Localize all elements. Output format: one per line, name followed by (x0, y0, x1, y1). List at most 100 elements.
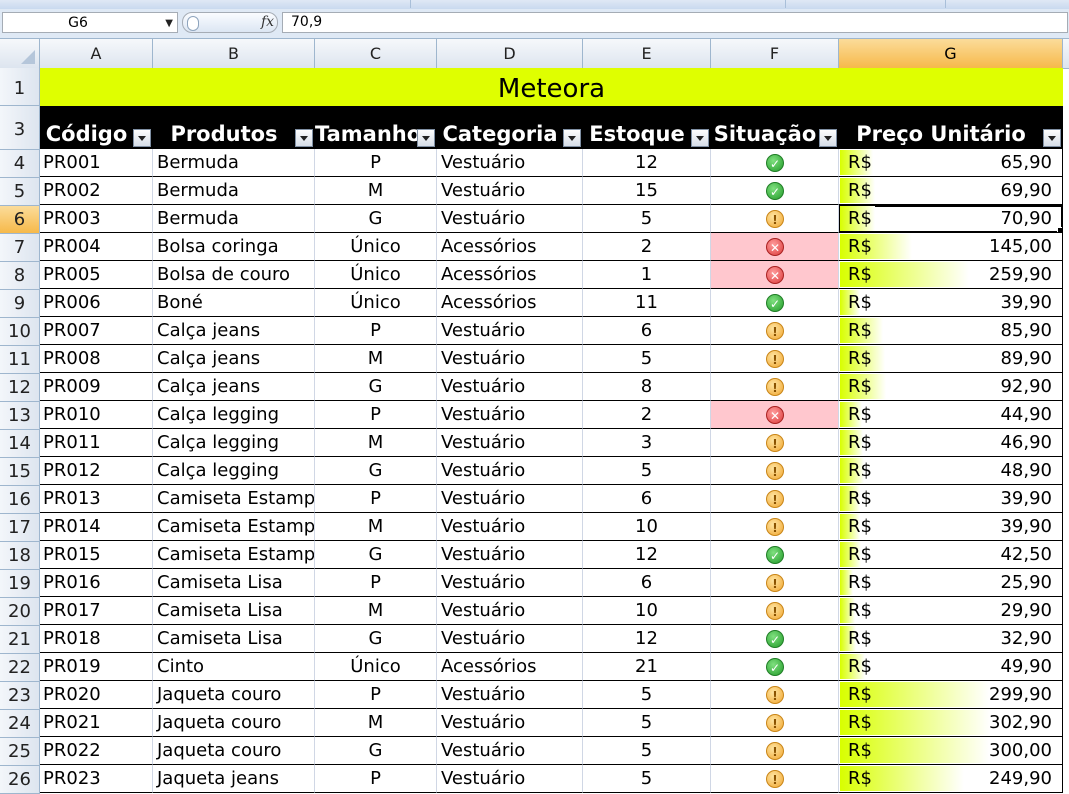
cell-product[interactable]: Camiseta Estampa (153, 513, 315, 541)
cell-category[interactable]: Vestuário (437, 737, 583, 765)
cell-size[interactable]: Único (315, 289, 437, 317)
cell-stock[interactable]: 6 (583, 317, 711, 345)
column-header-a[interactable]: A (40, 39, 153, 68)
cell-price[interactable]: R$ 85,90 (839, 317, 1063, 345)
cell-status[interactable]: ! (711, 513, 839, 541)
cell-size[interactable]: P (315, 401, 437, 429)
cell-status[interactable]: ! (711, 457, 839, 485)
row-header-26[interactable]: 26 (0, 766, 40, 794)
row-header-7[interactable]: 7 (0, 234, 40, 262)
cell-product[interactable]: Calça jeans (153, 345, 315, 373)
cell-product[interactable]: Jaqueta jeans (153, 765, 315, 793)
cell-size[interactable]: Único (315, 261, 437, 289)
filter-dropdown-button[interactable] (819, 129, 837, 147)
row-header-4[interactable]: 4 (0, 150, 40, 178)
cell-code[interactable]: PR021 (40, 709, 153, 737)
cell-code[interactable]: PR003 (40, 205, 153, 233)
cell-category[interactable]: Vestuário (437, 429, 583, 457)
cell-status[interactable]: ! (711, 485, 839, 513)
cell-product[interactable]: Camiseta Lisa (153, 625, 315, 653)
cell-category[interactable]: Vestuário (437, 373, 583, 401)
cell-stock[interactable]: 5 (583, 737, 711, 765)
insert-function-icon[interactable]: fx (261, 13, 274, 32)
cell-price[interactable]: R$ 259,90 (839, 261, 1063, 289)
worksheet-grid[interactable]: Meteora Código Produtos Tamanho Categoria Es… (40, 68, 1069, 793)
cell-status[interactable]: ✕ (711, 401, 839, 429)
cell-code[interactable]: PR009 (40, 373, 153, 401)
cell-price[interactable]: R$ 299,90 (839, 681, 1063, 709)
cell-product[interactable]: Bolsa de couro (153, 261, 315, 289)
cell-product[interactable]: Jaqueta couro (153, 681, 315, 709)
cell-price[interactable]: R$ 29,90 (839, 597, 1063, 625)
row-header-13[interactable]: 13 (0, 402, 40, 430)
cell-code[interactable]: PR022 (40, 737, 153, 765)
cell-stock[interactable]: 5 (583, 709, 711, 737)
cell-category[interactable]: Vestuário (437, 485, 583, 513)
column-header-e[interactable]: E (583, 39, 711, 68)
cell-stock[interactable]: 5 (583, 681, 711, 709)
cell-code[interactable]: PR011 (40, 429, 153, 457)
cell-code[interactable]: PR004 (40, 233, 153, 261)
cell-product[interactable]: Calça legging (153, 401, 315, 429)
cell-size[interactable]: Único (315, 233, 437, 261)
cell-size[interactable]: M (315, 429, 437, 457)
cell-stock[interactable]: 5 (583, 765, 711, 793)
cell-stock[interactable]: 2 (583, 401, 711, 429)
cell-status[interactable]: ! (711, 317, 839, 345)
cell-category[interactable]: Vestuário (437, 709, 583, 737)
cell-price[interactable]: R$ 89,90 (839, 345, 1063, 373)
cell-status[interactable]: ✕ (711, 233, 839, 261)
cell-status[interactable]: ! (711, 429, 839, 457)
cell-size[interactable]: M (315, 177, 437, 205)
cell-status[interactable]: ✓ (711, 289, 839, 317)
cell-category[interactable]: Acessórios (437, 233, 583, 261)
cell-category[interactable]: Vestuário (437, 177, 583, 205)
cell-size[interactable]: G (315, 625, 437, 653)
cell-category[interactable]: Vestuário (437, 205, 583, 233)
title-cell[interactable]: Meteora (40, 68, 1063, 106)
cell-price[interactable]: R$ 25,90 (839, 569, 1063, 597)
cell-status[interactable]: ✓ (711, 149, 839, 177)
cell-price[interactable]: R$ 249,90 (839, 765, 1063, 793)
cell-code[interactable]: PR005 (40, 261, 153, 289)
cell-category[interactable]: Acessórios (437, 261, 583, 289)
cell-product[interactable]: Boné (153, 289, 315, 317)
cell-code[interactable]: PR012 (40, 457, 153, 485)
column-header-g[interactable]: G (839, 39, 1063, 68)
cell-stock[interactable]: 6 (583, 485, 711, 513)
cell-product[interactable]: Camiseta Lisa (153, 569, 315, 597)
cell-status[interactable]: ! (711, 569, 839, 597)
cell-product[interactable]: Calça jeans (153, 373, 315, 401)
filter-dropdown-button[interactable] (563, 129, 581, 147)
filter-dropdown-button[interactable] (133, 129, 151, 147)
cell-code[interactable]: PR016 (40, 569, 153, 597)
cell-product[interactable]: Calça legging (153, 457, 315, 485)
cell-price[interactable]: R$ 39,90 (839, 513, 1063, 541)
cell-category[interactable]: Vestuário (437, 149, 583, 177)
row-header-24[interactable]: 24 (0, 710, 40, 738)
cell-stock[interactable]: 12 (583, 149, 711, 177)
filter-dropdown-button[interactable] (1043, 129, 1061, 147)
cell-size[interactable]: P (315, 765, 437, 793)
row-header-10[interactable]: 10 (0, 318, 40, 346)
cell-product[interactable]: Bermuda (153, 205, 315, 233)
row-header-22[interactable]: 22 (0, 654, 40, 682)
cell-size[interactable]: P (315, 569, 437, 597)
cell-code[interactable]: PR015 (40, 541, 153, 569)
cell-status[interactable]: ! (711, 681, 839, 709)
cell-price[interactable]: R$ 92,90 (839, 373, 1063, 401)
filter-dropdown-button[interactable] (295, 129, 313, 147)
cell-category[interactable]: Vestuário (437, 345, 583, 373)
row-header-19[interactable]: 19 (0, 570, 40, 598)
cell-code[interactable]: PR001 (40, 149, 153, 177)
cell-code[interactable]: PR020 (40, 681, 153, 709)
cell-product[interactable]: Jaqueta couro (153, 737, 315, 765)
cell-status[interactable]: ! (711, 345, 839, 373)
cell-status[interactable]: ✓ (711, 653, 839, 681)
cell-stock[interactable]: 11 (583, 289, 711, 317)
cell-code[interactable]: PR014 (40, 513, 153, 541)
cell-category[interactable]: Vestuário (437, 317, 583, 345)
cell-size[interactable]: G (315, 457, 437, 485)
row-header-21[interactable]: 21 (0, 626, 40, 654)
row-header-11[interactable]: 11 (0, 346, 40, 374)
